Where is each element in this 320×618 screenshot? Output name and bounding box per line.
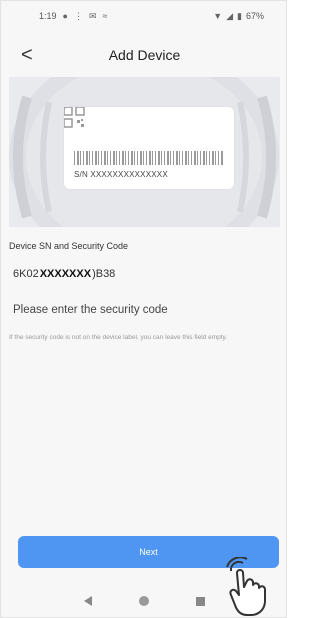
status-bar: 1:19 ● ⋮ ✉ ≈ ▼ ◢ ▮ 67% [1, 1, 288, 31]
message-icon: ✉ [88, 10, 97, 21]
security-code-placeholder: Please enter the security code [13, 304, 168, 316]
system-recents-icon[interactable] [195, 596, 205, 606]
battery-percent: 67% [245, 11, 264, 21]
serial-suffix: )B38 [92, 268, 116, 280]
wifi-icon: ▼ [213, 11, 223, 21]
serial-mask: XXXXXXX [39, 268, 92, 280]
serial-number-label: S/N XXXXXXXXXXXXXX [74, 170, 168, 179]
security-code-hint: If the security code is not on the devic… [9, 334, 228, 341]
tap-hand-icon [226, 557, 266, 616]
status-right: ▼ ◢ ▮ 67% [213, 11, 264, 22]
serial-prefix: 6K02 [13, 268, 39, 280]
battery-icon: ▮ [237, 10, 242, 21]
signal-dots-icon: ⋮ [73, 10, 83, 21]
cell-signal-icon: ◢ [226, 10, 234, 21]
cast-icon: ≈ [102, 11, 108, 21]
system-back-icon[interactable] [84, 596, 93, 606]
qr-code-icon [64, 107, 85, 128]
phone-screen: 1:19 ● ⋮ ✉ ≈ ▼ ◢ ▮ 67% < Add Device S/N … [0, 0, 287, 618]
location-pin-icon: ● [62, 11, 68, 21]
sn-field-label: Device SN and Security Code [9, 241, 129, 251]
top-nav-bar: < Add Device [1, 37, 288, 73]
system-home-icon[interactable] [138, 596, 149, 606]
device-label-illustration: S/N XXXXXXXXXXXXXX [9, 77, 280, 227]
device-label-card: S/N XXXXXXXXXXXXXX [64, 107, 234, 189]
status-left: 1:19 ● ⋮ ✉ ≈ [39, 11, 107, 22]
security-code-input[interactable]: Please enter the security code [9, 295, 280, 325]
back-button[interactable]: < [21, 43, 33, 67]
barcode-graphic [74, 151, 224, 165]
status-time: 1:19 [39, 11, 57, 21]
page-title: Add Device [108, 47, 181, 63]
serial-number-field[interactable]: 6K02 XXXXXXX)B38 [9, 259, 280, 289]
